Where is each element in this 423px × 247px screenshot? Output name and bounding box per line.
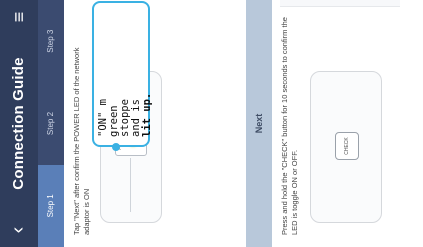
check-button-illustration: CHECK	[310, 71, 382, 223]
app-screen: ‹ Connection Guide ≡ Step 1 Step 2 Step …	[0, 0, 423, 247]
app-header: ‹ Connection Guide ≡	[0, 0, 38, 247]
step2-instruction: Press and hold the "CHECK" button for 10…	[280, 17, 299, 235]
tab-step-2[interactable]: Step 2	[38, 82, 64, 164]
tab-step-1[interactable]: Step 1	[38, 164, 64, 247]
side-divider	[280, 0, 400, 7]
led-callout: "ON" m green stoppe and is lit up.	[92, 1, 153, 151]
menu-icon[interactable]: ≡	[8, 6, 30, 28]
back-icon[interactable]: ‹	[7, 219, 30, 241]
callout-line: lit up.	[141, 92, 153, 137]
cable-line	[130, 158, 131, 212]
next-button[interactable]: Next	[246, 0, 272, 247]
step1-panel: Tap "Next" after confirm the POWER LED o…	[64, 0, 246, 247]
tab-step-3[interactable]: Step 3	[38, 0, 64, 82]
step-tabs: Step 1 Step 2 Step 3	[38, 0, 64, 247]
step1-instruction: Tap "Next" after confirm the POWER LED o…	[72, 47, 91, 235]
check-button-image: CHECK	[335, 132, 359, 160]
page-title: Connection Guide	[10, 57, 27, 190]
callout-pointer-icon	[112, 143, 120, 151]
step2-panel: Press and hold the "CHECK" button for 10…	[272, 0, 423, 247]
